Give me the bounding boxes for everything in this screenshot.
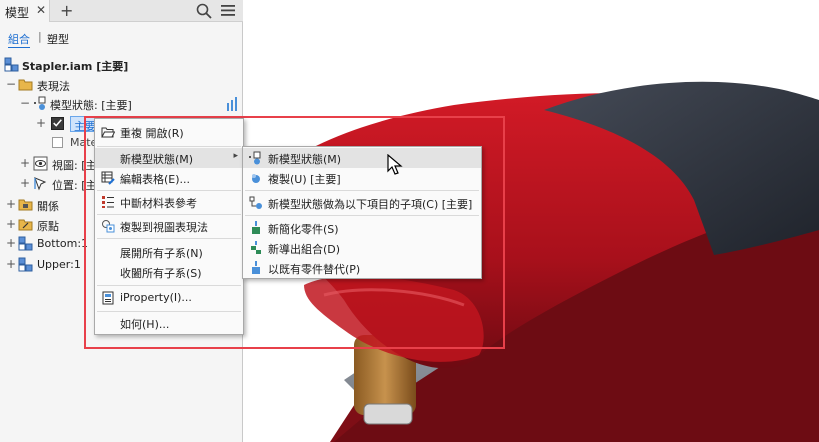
- bom-break-icon: [102, 196, 114, 208]
- submenu-item-new-simplified-part[interactable]: 新簡化零件(S): [243, 218, 481, 238]
- expand-icon[interactable]: +: [6, 237, 16, 249]
- menu-item-label: 新模型狀態(M): [268, 153, 342, 166]
- tree-root-label: Stapler.iam [主要]: [22, 60, 129, 73]
- menu-item-break-bom-reference[interactable]: 中斷材料表參考: [95, 192, 243, 212]
- menu-item-edit-table[interactable]: 編輯表格(E)...: [95, 168, 243, 188]
- menu-separator: [97, 311, 241, 312]
- panel-tab-bar: 模型 ✕ +: [0, 0, 243, 22]
- tree-root[interactable]: Stapler.iam [主要]: [0, 56, 243, 74]
- menu-item-copy-to-view-rep[interactable]: 複製到視圖表現法: [95, 216, 243, 236]
- subassembly-icon: [18, 257, 33, 272]
- menu-item-label: 新導出組合(D): [268, 243, 341, 256]
- expand-icon[interactable]: +: [6, 258, 16, 270]
- menu-separator: [97, 285, 241, 286]
- menu-item-label: 新模型狀態(M): [120, 153, 194, 166]
- tree-item-label: 模型狀態: [主要]: [50, 99, 132, 112]
- expand-icon[interactable]: +: [36, 117, 46, 129]
- view-separator: |: [38, 30, 42, 43]
- menu-item-new-model-state[interactable]: 新模型狀態(M) ▸: [95, 148, 243, 168]
- tree-item-representations[interactable]: − 表現法: [0, 76, 243, 94]
- child-state-icon: [249, 196, 262, 209]
- tree-item-label: 原點: [37, 220, 59, 233]
- menu-separator: [97, 214, 241, 215]
- status-bars-icon: [227, 97, 237, 111]
- menu-item-label: 新簡化零件(S): [268, 223, 339, 236]
- submenu-item-substitute-existing-part[interactable]: 以既有零件替代(P): [243, 258, 481, 278]
- model-state-icon: [34, 96, 46, 110]
- assembly-view-link[interactable]: 組合: [8, 31, 30, 48]
- menu-item-label: 中斷材料表參考: [120, 197, 197, 210]
- tree-item-model-state[interactable]: − 模型狀態: [主要]: [0, 95, 243, 113]
- collapse-icon[interactable]: −: [20, 97, 30, 109]
- active-checkbox[interactable]: [51, 117, 64, 130]
- menu-item-repeat-open[interactable]: 重複 開啟(R): [95, 122, 243, 142]
- menu-item-label: 展開所有子系(N): [120, 247, 203, 260]
- menu-item-label: 編輯表格(E)...: [120, 173, 191, 186]
- tree-item-label: 表現法: [37, 80, 70, 93]
- add-tab-icon[interactable]: +: [60, 1, 73, 20]
- folder-icon: [18, 79, 33, 91]
- menu-item-how-to[interactable]: 如何(H)...: [95, 313, 243, 333]
- tree-item-label: 關係: [37, 200, 59, 213]
- subassembly-icon: [18, 236, 33, 251]
- expand-icon[interactable]: +: [20, 157, 30, 169]
- copy-state-icon: [252, 174, 260, 183]
- substitute-part-icon: [252, 261, 260, 274]
- eye-icon: [33, 156, 48, 171]
- iproperty-icon: [102, 291, 114, 305]
- modeling-view-link[interactable]: 塑型: [47, 31, 69, 47]
- menu-separator: [97, 238, 241, 239]
- browser-view-toggle: 組合 | 塑型: [0, 28, 243, 48]
- expand-icon[interactable]: +: [20, 177, 30, 189]
- menu-item-label: 複製(U) [主要]: [268, 173, 341, 186]
- menu-item-label: 如何(H)...: [120, 318, 170, 331]
- submenu-item-copy[interactable]: 複製(U) [主要]: [243, 168, 481, 188]
- submenu-item-new-model-state[interactable]: 新模型狀態(M): [243, 148, 481, 168]
- menu-item-label: 以既有零件替代(P): [268, 263, 361, 276]
- submenu-arrow-icon: ▸: [233, 151, 238, 161]
- menu-item-collapse-all[interactable]: 收闔所有子系(S): [95, 262, 243, 282]
- submenu-item-new-child-state[interactable]: 新模型狀態做為以下項目的子項(C) [主要]: [243, 193, 481, 213]
- search-icon[interactable]: [196, 3, 212, 19]
- menu-item-label: 複製到視圖表現法: [120, 221, 208, 234]
- menu-item-label: 新模型狀態做為以下項目的子項(C) [主要]: [268, 198, 473, 211]
- open-folder-icon: [101, 127, 115, 138]
- menu-item-label: iProperty(I)...: [120, 291, 192, 304]
- expand-icon[interactable]: +: [6, 218, 16, 230]
- tree-item-label: Upper:1: [37, 258, 81, 271]
- collapse-icon[interactable]: −: [6, 78, 16, 90]
- context-menu: 重複 開啟(R) 新模型狀態(M) ▸ 編輯表格(E)... 中斷材料表參考 複…: [94, 118, 244, 335]
- menu-item-label: 重複 開啟(R): [120, 127, 184, 140]
- menu-separator: [97, 190, 241, 191]
- menu-item-label: 收闔所有子系(S): [120, 267, 202, 280]
- simplified-part-icon: [252, 221, 260, 234]
- menu-item-expand-all[interactable]: 展開所有子系(N): [95, 242, 243, 262]
- derived-assembly-icon: [251, 241, 261, 254]
- menu-separator: [245, 215, 479, 216]
- checkbox[interactable]: [52, 137, 63, 148]
- assembly-icon: [4, 57, 19, 72]
- menu-separator: [245, 190, 479, 191]
- submenu-item-new-derived-assembly[interactable]: 新導出組合(D): [243, 238, 481, 258]
- model-state-submenu: 新模型狀態(M) 複製(U) [主要] 新模型狀態做為以下項目的子項(C) [主…: [242, 146, 482, 279]
- new-model-state-icon: [249, 151, 261, 165]
- menu-separator: [97, 146, 241, 147]
- close-icon[interactable]: ✕: [36, 3, 46, 17]
- origin-folder-icon: [18, 219, 33, 231]
- position-icon: [34, 177, 47, 191]
- tree-item-label: Bottom:1: [37, 237, 89, 250]
- tab-model-label: 模型: [5, 6, 30, 20]
- menu-item-iproperty[interactable]: iProperty(I)...: [95, 288, 243, 308]
- hamburger-menu-icon[interactable]: [221, 4, 235, 17]
- copy-view-icon: [102, 220, 115, 233]
- mouse-cursor-icon: [387, 154, 403, 175]
- relationships-icon: [18, 199, 33, 211]
- expand-icon[interactable]: +: [6, 198, 16, 210]
- table-edit-icon: [101, 171, 115, 185]
